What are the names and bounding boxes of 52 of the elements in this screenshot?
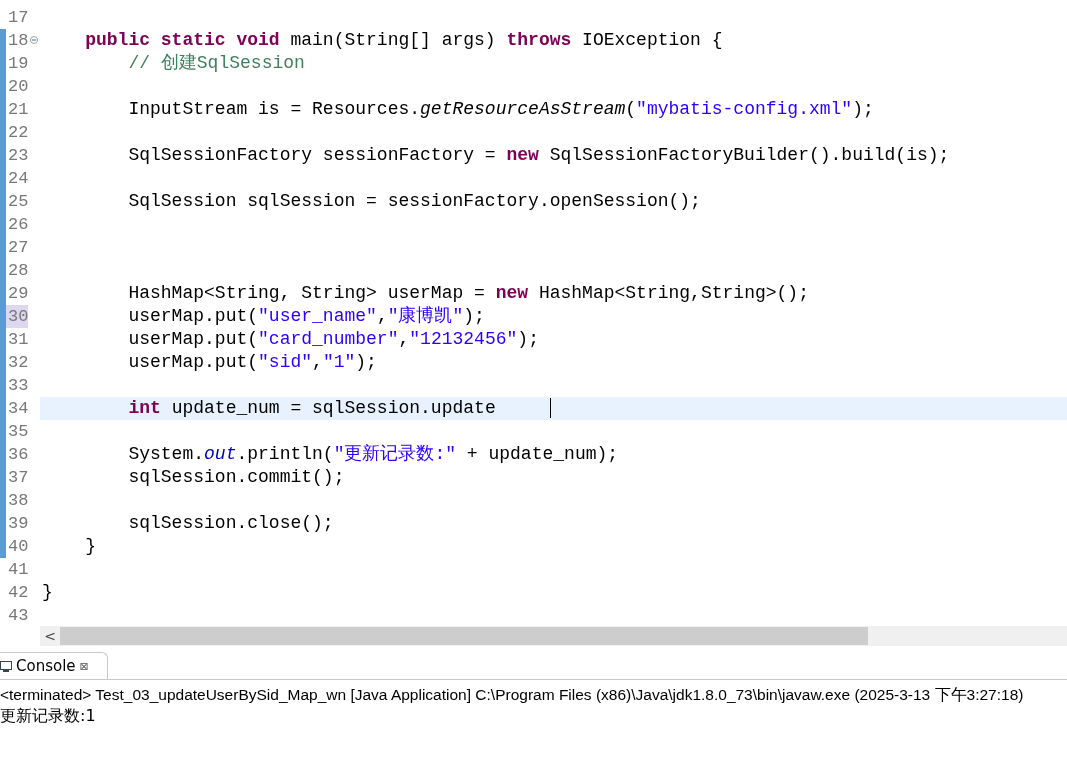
console-tab[interactable]: Console ⊠ <box>0 652 108 679</box>
close-icon[interactable]: ⊠ <box>79 659 89 673</box>
line-number: 40 <box>7 536 29 558</box>
tab-label: Console <box>16 657 76 675</box>
code-line: // 创建SqlSession <box>127 52 305 75</box>
console-icon <box>0 660 12 672</box>
line-number: 27 <box>7 237 29 259</box>
line-number: 41 <box>7 559 29 581</box>
line-number: 33 <box>7 375 29 397</box>
console-status: <terminated> Test_03_updateUserBySid_Map_wn [Java Application] C:\Program Files (x86)\Java\jdk1.8.0_73\bin\javaw.exe (2025-3-13 下午3:27:18) <box>0 685 1025 705</box>
code-line: int update_num = sqlSession.update <box>40 397 551 420</box>
line-number: 18 <box>7 30 29 52</box>
collapse-icon[interactable] <box>30 36 38 44</box>
line-number: 21 <box>7 99 29 121</box>
code-line: public static void main(String[] args) throws IOException { <box>84 29 723 52</box>
code-line: userMap.put("sid","1"); <box>127 351 377 374</box>
line-number: 31 <box>7 329 29 351</box>
line-number: 39 <box>7 513 29 535</box>
line-number: 38 <box>7 490 29 512</box>
console-output: 更新记录数:1 <box>0 705 97 727</box>
code-line: InputStream is = Resources.getResourceAsStream("mybatis-config.xml"); <box>127 98 874 121</box>
code-line: SqlSessionFactory sessionFactory = new SqlSessionFactoryBuilder().build(is); <box>127 144 950 167</box>
line-number: 36 <box>7 444 29 466</box>
line-number: 37 <box>7 467 29 489</box>
line-number: 32 <box>7 352 29 374</box>
code-line: SqlSession sqlSession = sessionFactory.openSession(); <box>127 190 701 213</box>
line-number: 29 <box>7 283 29 305</box>
code-line: userMap.put("user_name","康博凯"); <box>127 305 485 328</box>
line-number: 34 <box>7 398 29 420</box>
code-line: sqlSession.commit(); <box>127 466 345 489</box>
scroll-left-button[interactable]: < <box>40 628 60 644</box>
horizontal-scrollbar[interactable]: < <box>40 626 1067 646</box>
line-number: 22 <box>7 122 29 144</box>
line-number: 35 <box>7 421 29 443</box>
line-number: 42 <box>7 582 29 604</box>
line-number: 20 <box>7 76 29 98</box>
scrollbar-thumb[interactable] <box>60 627 868 645</box>
line-number: 26 <box>7 214 29 236</box>
code-line: HashMap<String, String> userMap = new HashMap<String,String>(); <box>127 282 809 305</box>
code-line: sqlSession.close(); <box>127 512 334 535</box>
code-line: userMap.put("card_number","12132456"); <box>127 328 539 351</box>
line-number: 43 <box>7 605 29 626</box>
line-number: 19 <box>7 53 29 75</box>
line-number: 30 <box>6 305 29 328</box>
code-line: } <box>84 535 96 558</box>
code-line: System.out.println("更新记录数:" + update_num); <box>127 443 619 466</box>
line-number: 28 <box>7 260 29 282</box>
code-line: } <box>41 581 53 604</box>
line-number: 17 <box>7 7 29 29</box>
line-number: 24 <box>7 168 29 190</box>
line-number: 23 <box>7 145 29 167</box>
line-number: 25 <box>7 191 29 213</box>
